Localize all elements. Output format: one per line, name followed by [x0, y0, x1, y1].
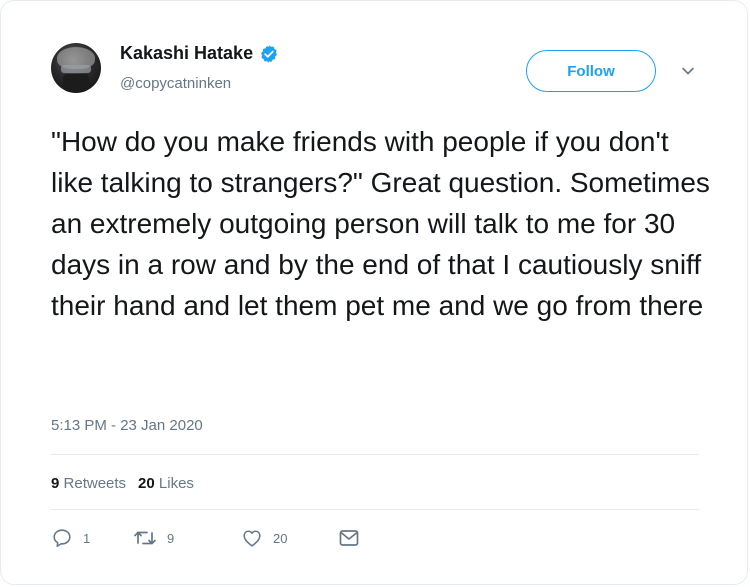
- tweet-timestamp[interactable]: 5:13 PM - 23 Jan 2020: [51, 417, 203, 434]
- divider: [51, 454, 699, 455]
- like-button[interactable]: 20: [241, 527, 339, 549]
- avatar[interactable]: [51, 43, 101, 93]
- verified-badge-icon: [261, 44, 277, 63]
- like-count: 20: [273, 530, 288, 546]
- retweet-button[interactable]: 9: [133, 527, 241, 549]
- direct-message-button[interactable]: [339, 529, 359, 547]
- author-display-name[interactable]: Kakashi Hatake: [120, 43, 253, 64]
- divider: [51, 509, 699, 510]
- tweet-text: "How do you make friends with people if …: [51, 126, 710, 321]
- retweets-stat[interactable]: 9 Retweets: [51, 475, 126, 492]
- retweet-count: 9: [167, 530, 175, 546]
- follow-button[interactable]: Follow: [526, 50, 656, 92]
- likes-stat-label: Likes: [158, 475, 194, 492]
- heart-icon: [243, 530, 261, 547]
- likes-stat-count: 20: [138, 475, 155, 492]
- retweets-stat-label: Retweets: [63, 475, 127, 492]
- reply-icon: [53, 529, 71, 548]
- author-name-row[interactable]: Kakashi Hatake: [120, 43, 279, 64]
- author-handle[interactable]: @copycatninken: [120, 75, 231, 92]
- tweet-card: Kakashi Hatake @copycatninken Follow "Ho…: [0, 0, 748, 585]
- retweets-stat-count: 9: [51, 475, 60, 492]
- retweet-icon: [134, 531, 156, 545]
- action-bar: 1 9 20: [51, 527, 359, 549]
- likes-stat[interactable]: 20 Likes: [138, 475, 194, 492]
- avatar-headband: [61, 65, 91, 73]
- chevron-down-icon[interactable]: [681, 64, 695, 78]
- engagement-stats: 9 Retweets 20 Likes: [51, 475, 194, 492]
- avatar-mask: [63, 74, 89, 90]
- reply-button[interactable]: 1: [51, 527, 133, 549]
- message-icon: [339, 530, 359, 546]
- reply-count: 1: [83, 530, 91, 546]
